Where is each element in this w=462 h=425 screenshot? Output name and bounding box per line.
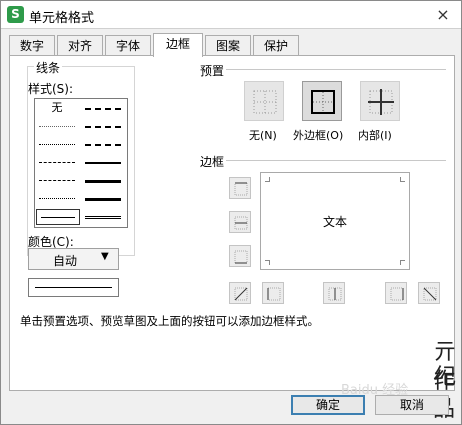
close-button[interactable]: × [432,4,454,26]
preset-inside-label: 内部(I) [358,129,392,142]
border-diagonal-down-icon [423,287,437,301]
preview-corner-mark [265,177,270,182]
left-border-button[interactable] [262,282,284,304]
tab-font[interactable]: 字体 [105,35,151,56]
tab-protection[interactable]: 保护 [253,35,299,56]
top-border-button[interactable] [229,177,251,199]
diagonal-down-border-button[interactable] [418,282,440,304]
border-left-icon [267,287,281,301]
hint-text: 单击预置选项、预览草图及上面的按钮可以添加边框样式。 [20,314,319,328]
tab-alignment[interactable]: 对齐 [57,35,103,56]
center-border-button[interactable] [323,282,345,304]
color-select-value: 自动 [53,254,78,268]
line-style-option[interactable] [81,191,125,205]
border-section-title: 边框 [200,155,225,169]
preset-outline-label: 外边框(O) [293,129,344,142]
line-style-option[interactable] [35,191,79,205]
line-style-option[interactable] [81,155,125,169]
preview-corner-mark [265,260,270,265]
border-outline-icon [311,90,335,114]
line-style-option[interactable] [35,155,79,169]
line-style-option[interactable] [35,119,79,133]
dropdown-arrow-icon: ▼ [101,251,109,262]
line-style-option[interactable] [81,137,125,151]
diagonal-up-border-button[interactable] [229,282,251,304]
border-vertical-icon [328,287,342,301]
app-logo-icon: S [7,6,24,23]
ok-button[interactable]: 确定 [291,395,365,415]
border-top-icon [234,182,248,196]
color-select[interactable]: 自动 ▼ [28,248,119,270]
border-diagonal-up-icon [234,287,248,301]
presets-divider [226,69,446,70]
preview-corner-mark [400,260,405,265]
right-border-button[interactable] [385,282,407,304]
bottom-border-button[interactable] [229,245,251,267]
border-bottom-icon [234,250,248,264]
preset-none-label: 无(N) [249,129,277,142]
line-style-option[interactable] [81,173,125,187]
border-horizontal-icon [234,216,248,230]
line-style-option[interactable] [35,173,79,187]
line-style-option[interactable] [81,101,125,115]
middle-border-button[interactable] [229,211,251,233]
preset-none-button[interactable] [244,81,284,121]
line-style-list[interactable]: 无 [34,98,128,228]
border-right-icon [390,287,404,301]
border-preview[interactable]: 文本 [260,172,410,270]
preview-text: 文本 [322,215,347,229]
presets-title: 预置 [200,64,225,78]
cancel-button[interactable]: 取消 [375,395,449,415]
line-group-title: 线条 [34,59,63,76]
border-section-divider [226,160,446,161]
title-bar: S 单元格格式 × [1,1,461,29]
preset-inside-button[interactable] [360,81,400,121]
tab-pattern[interactable]: 图案 [205,35,251,56]
preset-outline-button[interactable] [302,81,342,121]
border-tab-panel: 线条 样式(S): 无 颜色(C): 自动 ▼ 预置 无(N) 外边框(O) 内… [9,55,456,391]
line-style-option[interactable] [35,137,79,151]
line-style-option[interactable] [81,209,125,223]
dialog-title: 单元格格式 [29,11,95,26]
border-none-icon [253,90,277,114]
line-style-preview [28,278,119,297]
border-inside-icon [368,89,394,115]
tab-border[interactable]: 边框 [153,33,203,57]
tab-number[interactable]: 数字 [9,35,55,56]
format-cells-dialog: S 单元格格式 × 数字 对齐 字体 边框 图案 保护 线条 样式(S): 无 [0,0,462,425]
style-label: 样式(S): [28,82,74,96]
line-style-selected[interactable] [36,209,80,225]
preview-corner-mark [400,177,405,182]
line-style-option[interactable] [81,119,125,133]
line-style-none[interactable]: 无 [35,101,79,115]
